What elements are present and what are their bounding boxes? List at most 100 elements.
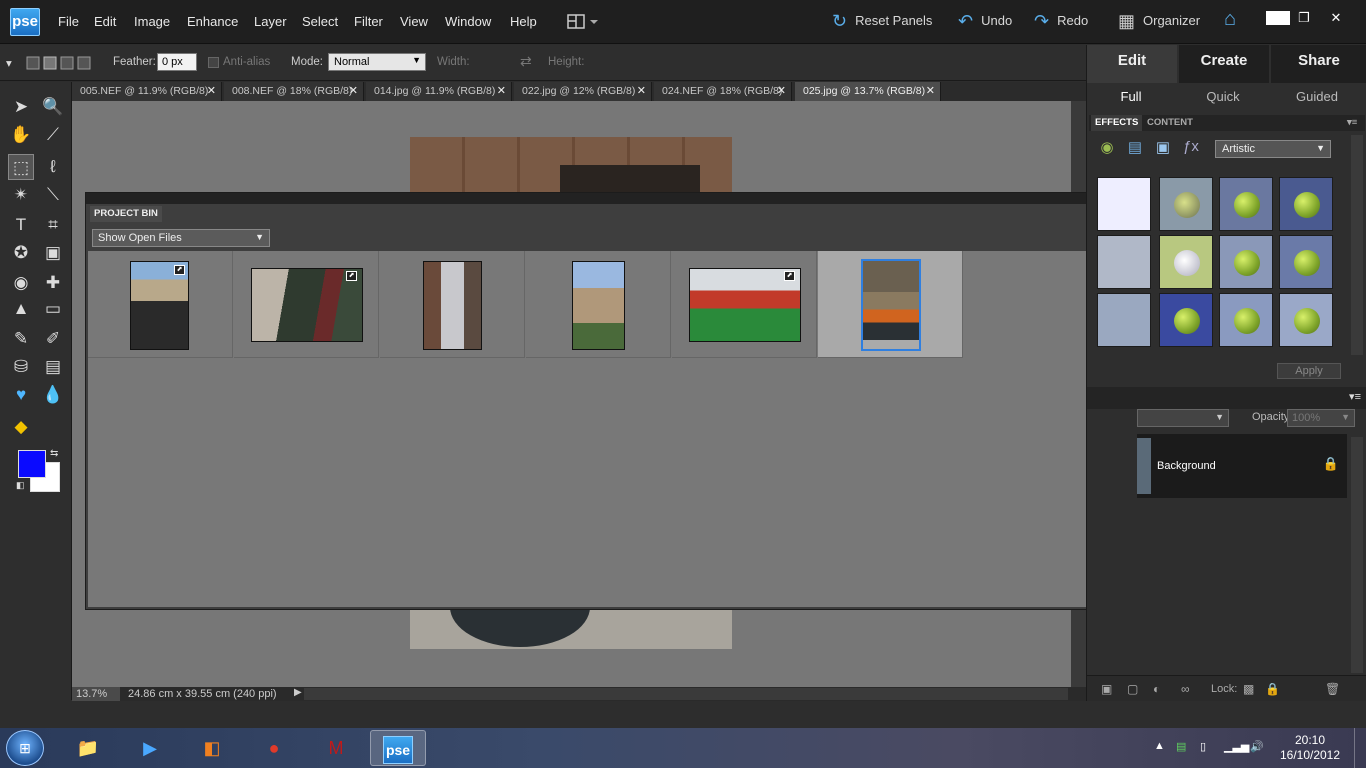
- effect-thumbnail[interactable]: [1159, 235, 1213, 289]
- effect-thumbnail[interactable]: [1219, 293, 1273, 347]
- menu-enhance[interactable]: Enhance: [187, 14, 238, 29]
- menu-file[interactable]: File: [58, 14, 79, 29]
- taskbar-mcafee-icon[interactable]: M: [308, 730, 364, 766]
- new-group-icon[interactable]: ▢: [1127, 682, 1138, 696]
- effects-category-select[interactable]: Artistic ▼: [1215, 140, 1331, 158]
- subtab-full[interactable]: Full: [1087, 85, 1175, 109]
- lasso-tool-icon[interactable]: ℓ: [40, 154, 66, 180]
- tray-network-icon[interactable]: ▤: [1176, 740, 1186, 753]
- shape-tool-icon[interactable]: ♥: [8, 382, 34, 408]
- close-tab-icon[interactable]: ✕: [497, 84, 506, 97]
- show-desktop-button[interactable]: [1354, 728, 1366, 768]
- recompose-tool-icon[interactable]: ▣: [40, 240, 66, 266]
- project-bin-titlebar[interactable]: ◂◂ ✕: [86, 192, 1139, 204]
- trash-icon[interactable]: 🗑: [1325, 682, 1340, 696]
- cookie-cutter-tool-icon[interactable]: ✪: [8, 240, 34, 266]
- effect-thumbnail[interactable]: [1159, 177, 1213, 231]
- brush-tool-icon[interactable]: ✎: [8, 326, 34, 352]
- swap-colors-icon[interactable]: ⇆: [50, 448, 58, 459]
- bin-thumbnail[interactable]: [380, 251, 525, 358]
- subtab-quick[interactable]: Quick: [1179, 85, 1267, 109]
- bin-thumbnail[interactable]: [526, 251, 671, 358]
- menu-window[interactable]: Window: [445, 14, 491, 29]
- opacity-select[interactable]: 100% ▼: [1287, 409, 1355, 427]
- menu-image[interactable]: Image: [134, 14, 170, 29]
- canvas-horizontal-scrollbar[interactable]: [304, 688, 1068, 700]
- blur-tool-icon[interactable]: 💧: [40, 382, 66, 408]
- blend-mode-select[interactable]: ▼: [1137, 409, 1229, 427]
- minimize-button[interactable]: [1266, 11, 1290, 25]
- new-layer-icon[interactable]: ▣: [1101, 682, 1112, 696]
- bin-thumbnail[interactable]: ⬈: [234, 251, 379, 358]
- tab-content[interactable]: CONTENT: [1143, 115, 1197, 131]
- default-colors-icon[interactable]: ◧: [16, 480, 25, 491]
- zoom-tool-icon[interactable]: 🔍: [40, 94, 66, 120]
- close-button[interactable]: ✕: [1324, 10, 1348, 26]
- feather-input[interactable]: 0 px: [157, 53, 197, 71]
- effect-thumbnail[interactable]: [1279, 293, 1333, 347]
- menu-edit[interactable]: Edit: [94, 14, 116, 29]
- layer-styles-icon[interactable]: ▤: [1123, 138, 1147, 160]
- gradient-tool-icon[interactable]: ▤: [40, 354, 66, 380]
- undo-button[interactable]: ↶ Undo: [958, 11, 1012, 32]
- close-tab-icon[interactable]: ✕: [349, 84, 358, 97]
- tab-effects[interactable]: EFFECTS: [1091, 115, 1143, 131]
- taskbar-pse-button[interactable]: pse: [370, 730, 426, 766]
- spot-healing-tool-icon[interactable]: ✚: [40, 270, 66, 296]
- swap-icon[interactable]: ⇄: [520, 53, 532, 70]
- taskbar-photo-icon[interactable]: ●: [246, 730, 302, 766]
- taskbar-office-icon[interactable]: ◧: [184, 730, 240, 766]
- close-tab-icon[interactable]: ✕: [926, 84, 935, 97]
- anti-alias-checkbox[interactable]: [208, 57, 219, 68]
- taskbar-media-player-icon[interactable]: ▶: [122, 730, 178, 766]
- doc-tab-014[interactable]: 014.jpg @ 11.9% (RGB/8) ✕: [366, 82, 512, 101]
- menu-help[interactable]: Help: [510, 14, 537, 29]
- bin-thumbnail[interactable]: ⬈: [672, 251, 817, 358]
- menu-view[interactable]: View: [400, 14, 428, 29]
- link-icon[interactable]: ∞: [1181, 682, 1190, 696]
- crop-tool-icon[interactable]: ⌗: [40, 212, 66, 238]
- mode-select[interactable]: Normal ▼: [328, 53, 426, 71]
- fx-icon[interactable]: ƒx: [1179, 138, 1203, 160]
- doc-tab-024[interactable]: 024.NEF @ 18% (RGB/8) ✕: [654, 82, 792, 101]
- home-button[interactable]: ⌂: [1224, 8, 1244, 31]
- layer-row-background[interactable]: Background 🔒: [1137, 434, 1347, 498]
- zoom-field[interactable]: 13.7%: [72, 687, 120, 701]
- move-tool-icon[interactable]: ➤: [8, 94, 34, 120]
- tab-share[interactable]: Share: [1271, 45, 1366, 83]
- menu-select[interactable]: Select: [302, 14, 338, 29]
- close-tab-icon[interactable]: ✕: [777, 84, 786, 97]
- effect-thumbnail[interactable]: [1279, 235, 1333, 289]
- organizer-button[interactable]: ▦ Organizer: [1118, 11, 1200, 32]
- redo-button[interactable]: ↷ Redo: [1034, 11, 1088, 32]
- foreground-color-swatch[interactable]: [18, 450, 46, 478]
- effect-thumbnail[interactable]: [1219, 177, 1273, 231]
- effect-thumbnail[interactable]: [1097, 177, 1151, 231]
- taskbar-explorer-icon[interactable]: 📁: [60, 730, 116, 766]
- reset-panels-button[interactable]: ↻ Reset Panels: [832, 11, 932, 32]
- status-menu-icon[interactable]: ▶: [294, 687, 302, 698]
- effect-thumbnail[interactable]: [1097, 293, 1151, 347]
- adjustment-layer-icon[interactable]: ◐: [1153, 682, 1160, 696]
- selection-brush-tool-icon[interactable]: ⟍: [40, 182, 66, 208]
- effect-thumbnail[interactable]: [1159, 293, 1213, 347]
- eraser-tool-icon[interactable]: ▭: [40, 296, 66, 322]
- magic-wand-tool-icon[interactable]: ✴: [8, 182, 34, 208]
- layout-icon[interactable]: [566, 12, 602, 32]
- doc-tab-022[interactable]: 022.jpg @ 12% (RGB/8) ✕: [514, 82, 652, 101]
- bin-thumbnail-selected[interactable]: [818, 251, 963, 358]
- menu-layer[interactable]: Layer: [254, 14, 287, 29]
- effect-thumbnail[interactable]: [1097, 235, 1151, 289]
- panel-menu-icon[interactable]: ▾≡: [1349, 390, 1361, 403]
- show-files-select[interactable]: Show Open Files ▼: [92, 229, 270, 247]
- close-tab-icon[interactable]: ✕: [637, 84, 646, 97]
- start-button[interactable]: ⊞: [6, 730, 44, 766]
- subtab-guided[interactable]: Guided: [1271, 85, 1363, 109]
- doc-tab-025[interactable]: 025.jpg @ 13.7% (RGB/8) ✕: [795, 82, 941, 101]
- bin-thumbnail[interactable]: ⬈: [88, 251, 233, 358]
- lock-transparent-icon[interactable]: ▩: [1243, 682, 1254, 696]
- photo-effects-icon[interactable]: ▣: [1151, 138, 1175, 160]
- taskbar-clock[interactable]: 20:10 16/10/2012: [1278, 733, 1342, 763]
- selection-mode-icons[interactable]: [26, 55, 96, 74]
- lock-all-icon[interactable]: 🔒: [1265, 682, 1280, 696]
